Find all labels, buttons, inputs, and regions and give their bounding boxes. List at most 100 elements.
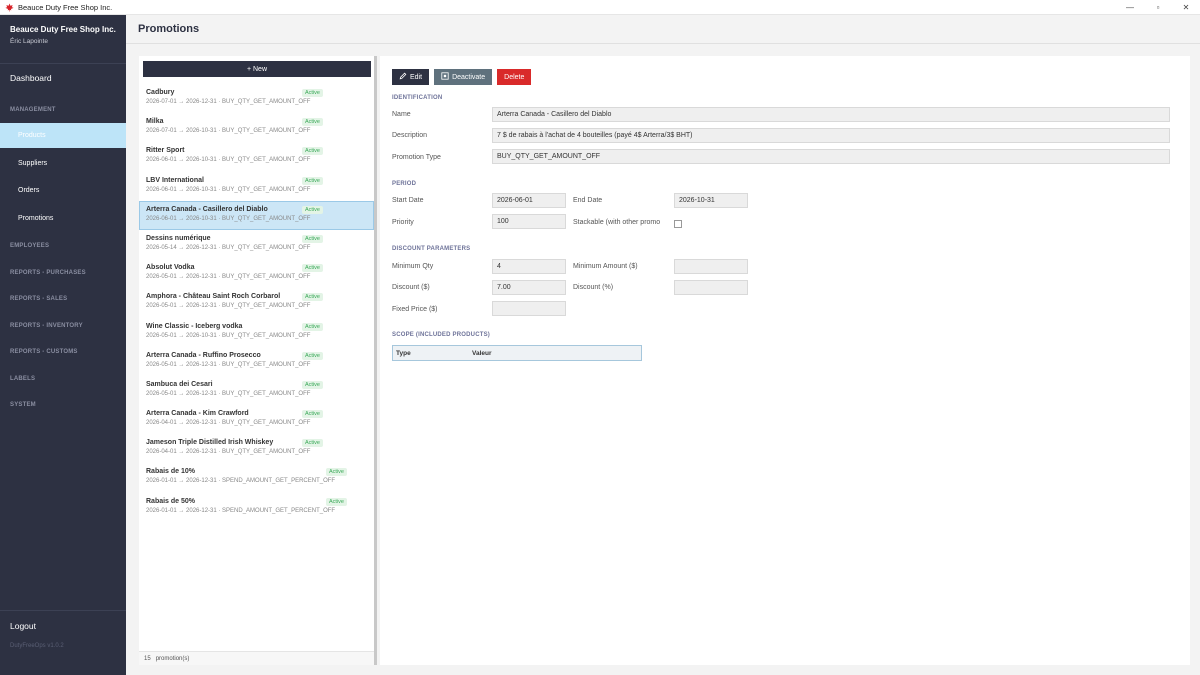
promotions-list[interactable]: Cadbury 2026-07-01 → 2026-12-31 · BUY_QTY… [139,84,374,522]
promotion-list-item[interactable]: Arterra Canada - Kim Crawford 2026-04-01 … [139,405,374,434]
nav-section-reports-sales[interactable]: REPORTS - SALES [10,296,67,302]
promotion-dates-type: 2026-05-01 → 2026-12-31 · BUY_QTY_GET_AM… [146,303,311,310]
promotion-dates-type: 2026-05-01 → 2026-12-31 · BUY_QTY_GET_AM… [146,361,311,368]
list-footer: 15 promotion(s) [139,651,374,665]
nav-dashboard[interactable]: Dashboard [0,67,126,88]
scope-table-header[interactable]: Type Valeur [392,345,642,361]
promotion-dates-type: 2026-04-01 → 2026-12-31 · BUY_QTY_GET_AM… [146,449,311,456]
new-promotion-button[interactable]: + New [143,61,371,77]
app-version: DutyFreeOps v1.0.2 [10,643,64,649]
promotions-list-panel: + New Cadbury 2026-07-01 → 2026-12-31 · B… [139,56,377,665]
section-discount-parameters: DISCOUNT PARAMETERS [392,246,471,252]
promotion-list-item[interactable]: Sambuca dei Cesari 2026-05-01 → 2026-12-3… [139,376,374,405]
fixed-price-field[interactable] [492,301,566,316]
promotion-list-item[interactable]: Arterra Canada - Ruffino Prosecco 2026-05… [139,347,374,376]
promotion-count: 15 [144,655,151,662]
status-badge: Active [302,147,323,156]
stackable-checkbox[interactable] [674,220,682,228]
discount-amount-label: Discount ($) [392,284,430,291]
promotion-list-item[interactable]: Ritter Sport 2026-06-01 → 2026-10-31 · BU… [139,142,374,171]
name-label: Name [392,111,411,118]
end-date-field[interactable]: 2026-10-31 [674,193,748,208]
promotion-name: Jameson Triple Distilled Irish Whiskey [146,439,274,447]
nav-section-labels[interactable]: LABELS [10,376,35,382]
status-badge: Active [326,468,347,477]
promotion-dates-type: 2026-05-01 → 2026-10-31 · BUY_QTY_GET_AM… [146,332,311,339]
promotion-list-item[interactable]: Dessins numérique 2026-05-14 → 2026-12-31… [139,230,374,259]
edit-button[interactable]: Edit [392,69,430,85]
fixed-price-label: Fixed Price ($) [392,306,438,313]
priority-field[interactable]: 100 [492,214,566,229]
status-badge: Active [302,293,323,302]
promotion-list-item[interactable]: Absolut Vodka 2026-05-01 → 2026-12-31 · B… [139,259,374,288]
deactivate-button-label: Deactivate [452,73,486,81]
promotion-dates-type: 2026-06-01 → 2026-10-31 · BUY_QTY_GET_AM… [146,215,311,222]
status-badge: Active [326,497,347,506]
stackable-label: Stackable (with other promo [573,219,661,226]
start-date-label: Start Date [392,197,424,204]
nav-section-reports-purchases[interactable]: REPORTS - PURCHASES [10,270,86,276]
promotion-dates-type: 2026-05-14 → 2026-12-31 · BUY_QTY_GET_AM… [146,244,311,251]
status-badge: Active [302,439,323,448]
promotion-name: Sambuca dei Cesari [146,380,213,388]
promotion-dates-type: 2026-05-01 → 2026-12-31 · BUY_QTY_GET_AM… [146,274,311,281]
nav-section-reports-customs[interactable]: REPORTS - CUSTOMS [10,349,78,355]
discount-percent-field[interactable] [674,280,748,295]
nav-item-products[interactable]: Products [0,123,126,148]
detail-toolbar: Edit Deactivate Delete [392,69,532,85]
nav-item-orders[interactable]: Orders [0,178,126,203]
promotion-detail-panel: Edit Deactivate Delete IDENTIFICATION Na… [380,56,1190,665]
logout-button[interactable]: Logout [10,621,36,631]
minimum-amount-field[interactable] [674,259,748,274]
promotion-list-item[interactable]: Cadbury 2026-07-01 → 2026-12-31 · BUY_QTY… [139,84,374,113]
promotion-type-field[interactable]: BUY_QTY_GET_AMOUNT_OFF [492,149,1170,164]
promotion-name: LBV International [146,176,204,184]
close-button[interactable]: ✕ [1172,0,1200,15]
minimum-qty-field[interactable]: 4 [492,259,566,274]
status-badge: Active [302,410,323,419]
delete-button[interactable]: Delete [497,69,532,85]
promotion-list-item[interactable]: Amphora - Château Saint Roch Corbarol 202… [139,288,374,317]
promotion-list-item[interactable]: Arterra Canada - Casillero del Diablo 202… [139,200,374,230]
section-scope: SCOPE (INCLUDED PRODUCTS) [392,332,491,338]
promotion-list-item[interactable]: Milka 2026-07-01 → 2026-10-31 · BUY_QTY_G… [139,113,374,142]
nav-item-promotions[interactable]: Promotions [0,206,126,231]
promotion-dates-type: 2026-06-01 → 2026-10-31 · BUY_QTY_GET_AM… [146,157,311,164]
status-badge: Active [302,89,323,97]
minimum-qty-label: Minimum Qty [392,263,434,270]
nav-section-management[interactable]: MANAGEMENT [10,107,56,113]
promotion-type-label: Promotion Type [392,154,441,161]
name-field[interactable]: Arterra Canada - Casillero del Diablo [492,107,1170,122]
promotion-name: Amphora - Château Saint Roch Corbarol [146,293,281,301]
minimize-button[interactable]: — [1116,0,1144,15]
edit-button-label: Edit [410,73,423,81]
page-header: Promotions [126,15,1200,44]
scope-col-type[interactable]: Type [396,350,472,357]
status-badge: Active [302,205,323,214]
promotion-list-item[interactable]: Jameson Triple Distilled Irish Whiskey 20… [139,434,374,463]
sidebar: Beauce Duty Free Shop Inc. Éric Lapointe… [0,15,126,675]
maximize-button[interactable]: ▫ [1144,0,1172,15]
promotion-list-item[interactable]: LBV International 2026-06-01 → 2026-10-31… [139,172,374,201]
promotion-count-label: promotion(s) [155,655,190,662]
status-badge: Active [302,234,323,243]
promotion-name: Absolut Vodka [146,264,195,272]
description-field[interactable]: 7 $ de rabais à l'achat de 4 bouteilles … [492,128,1170,143]
scope-col-value[interactable]: Valeur [472,350,492,357]
promotion-list-item[interactable]: Wine Classic - Iceberg vodka 2026-05-01 →… [139,318,374,347]
deactivate-button[interactable]: Deactivate [434,69,493,85]
promotion-list-item[interactable]: Rabais de 10% 2026-01-01 → 2026-12-31 · S… [139,463,374,492]
end-date-label: End Date [573,197,603,204]
brand: Beauce Duty Free Shop Inc. Éric Lapointe [0,15,126,64]
nav-section-reports-inventory[interactable]: REPORTS - INVENTORY [10,323,83,329]
promotion-dates-type: 2026-01-01 → 2026-12-31 · SPEND_AMOUNT_G… [146,507,336,514]
nav-section-employees[interactable]: EMPLOYEES [10,243,49,249]
start-date-field[interactable]: 2026-06-01 [492,193,566,208]
nav-section-system[interactable]: SYSTEM [10,402,36,408]
nav-item-suppliers[interactable]: Suppliers [0,151,126,176]
discount-amount-field[interactable]: 7.00 [492,280,566,295]
promotion-dates-type: 2026-06-01 → 2026-10-31 · BUY_QTY_GET_AM… [146,186,311,193]
promotion-name: Ritter Sport [146,147,185,155]
current-user: Éric Lapointe [10,38,48,45]
promotion-list-item[interactable]: Rabais de 50% 2026-01-01 → 2026-12-31 · S… [139,493,374,522]
